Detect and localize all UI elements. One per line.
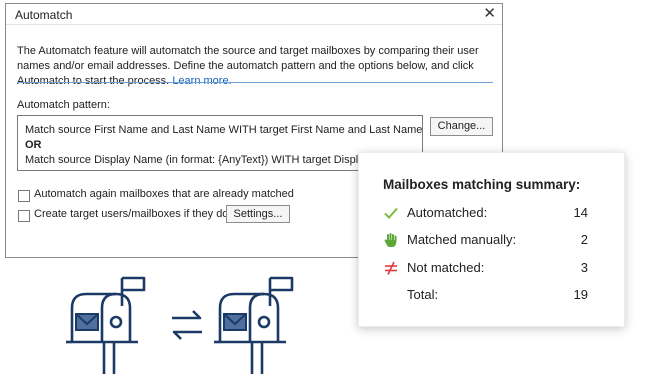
description-text: The Automatch feature will automatch the… — [17, 45, 479, 87]
dialog-title: Automatch — [15, 8, 73, 22]
summary-row-total: Total: 19 — [359, 286, 624, 304]
summary-value: 2 — [580, 232, 588, 247]
divider — [17, 82, 493, 83]
mailbox-sync-illustration — [66, 276, 294, 374]
summary-label: Total: — [407, 287, 439, 302]
summary-label: Not matched: — [407, 260, 485, 275]
pattern-line: Match source First Name and Last Name WI… — [25, 124, 423, 136]
envelope-icon — [223, 313, 247, 331]
matching-summary-card: Mailboxes matching summary: Automatched:… — [358, 152, 625, 327]
pattern-label: Automatch pattern: — [17, 99, 110, 111]
summary-row-manual: Matched manually: 2 — [359, 231, 624, 249]
summary-label: Automatched: — [407, 205, 488, 220]
hand-icon — [384, 233, 397, 247]
summary-value: 19 — [573, 287, 588, 302]
learn-more-link[interactable]: Learn more. — [172, 75, 231, 87]
swap-arrows-icon — [172, 310, 202, 340]
summary-value: 14 — [573, 205, 588, 220]
rematch-label: Automatch again mailboxes that are alrea… — [34, 188, 294, 200]
check-icon — [384, 207, 398, 219]
summary-value: 3 — [580, 260, 588, 275]
rematch-checkbox[interactable] — [18, 190, 30, 202]
change-button[interactable]: Change... — [430, 117, 493, 136]
pattern-or: OR — [25, 139, 42, 151]
summary-title: Mailboxes matching summary: — [383, 177, 581, 192]
settings-button[interactable]: Settings... — [226, 205, 290, 223]
envelope-icon — [75, 313, 99, 331]
summary-label: Matched manually: — [407, 232, 517, 247]
summary-row-automatched: Automatched: 14 — [359, 204, 624, 222]
create-target-checkbox[interactable] — [18, 210, 30, 222]
summary-row-not-matched: Not matched: 3 — [359, 259, 624, 277]
title-bar: Automatch ✕ — [6, 4, 502, 25]
close-icon[interactable]: ✕ — [483, 5, 496, 23]
not-equal-icon — [385, 261, 397, 275]
